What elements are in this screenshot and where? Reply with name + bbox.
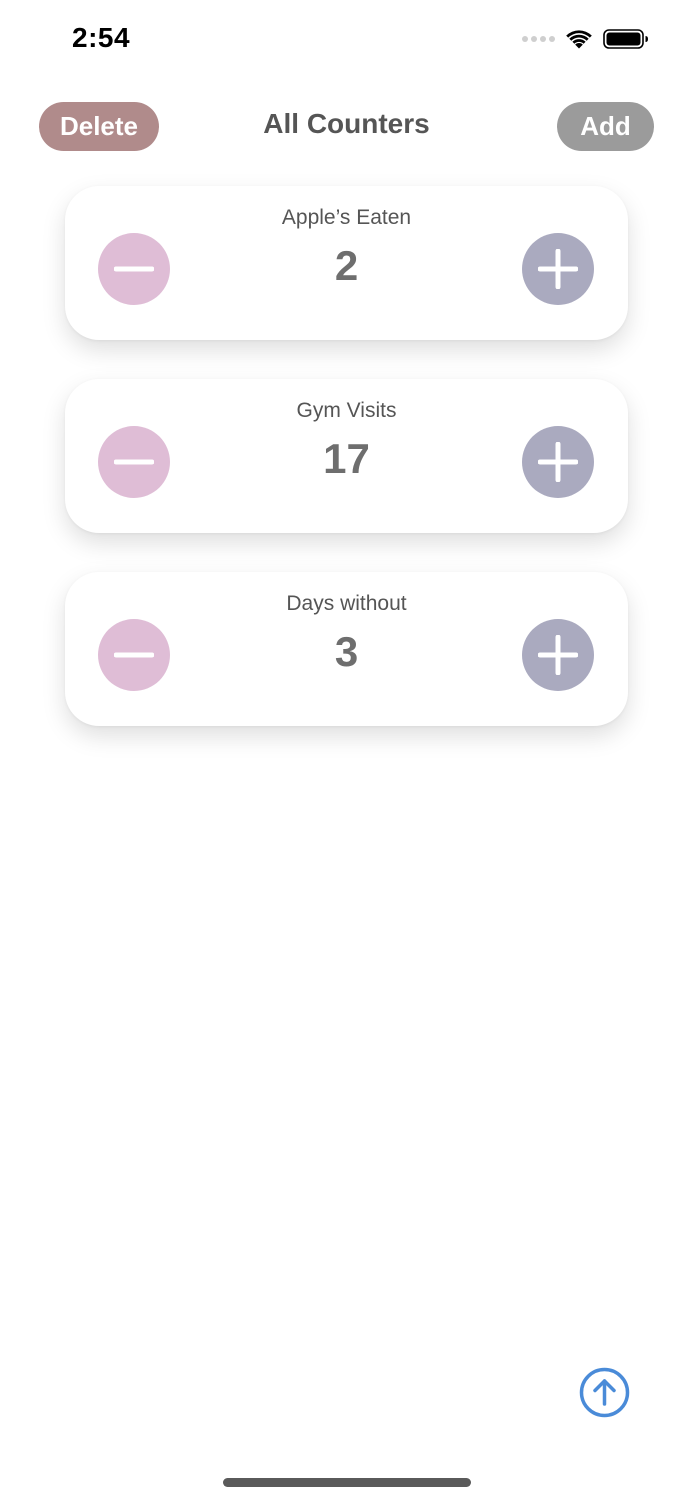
plus-icon xyxy=(538,442,578,482)
status-icons xyxy=(522,28,649,50)
add-button[interactable]: Add xyxy=(557,102,654,151)
counter-name: Gym Visits xyxy=(296,399,397,422)
status-bar: 2:54 xyxy=(0,0,693,80)
decrement-button[interactable] xyxy=(98,619,170,691)
counter-card: Gym Visits 17 xyxy=(65,379,628,533)
counter-card: Apple’s Eaten 2 xyxy=(65,186,628,340)
counter-name: Apple’s Eaten xyxy=(281,206,412,229)
battery-icon xyxy=(603,29,648,49)
wifi-icon xyxy=(566,30,592,49)
plus-icon xyxy=(538,249,578,289)
counter-card: Days without 3 xyxy=(65,572,628,726)
minus-icon xyxy=(114,652,154,658)
arrow-up-circle-icon xyxy=(579,1367,630,1418)
cellular-signal-icon xyxy=(522,36,555,42)
counter-list: Apple’s Eaten 2 Gym Visits 17 Days witho… xyxy=(65,186,628,765)
increment-button[interactable] xyxy=(522,426,594,498)
status-time: 2:54 xyxy=(72,22,131,53)
plus-icon xyxy=(538,635,578,675)
decrement-button[interactable] xyxy=(98,233,170,305)
minus-icon xyxy=(114,459,154,465)
minus-icon xyxy=(114,266,154,272)
decrement-button[interactable] xyxy=(98,426,170,498)
home-indicator[interactable] xyxy=(223,1478,471,1487)
increment-button[interactable] xyxy=(522,233,594,305)
header: Delete All Counters Add xyxy=(0,100,693,154)
increment-button[interactable] xyxy=(522,619,594,691)
counter-name: Days without xyxy=(286,592,407,615)
scroll-to-top-button[interactable] xyxy=(579,1367,630,1418)
